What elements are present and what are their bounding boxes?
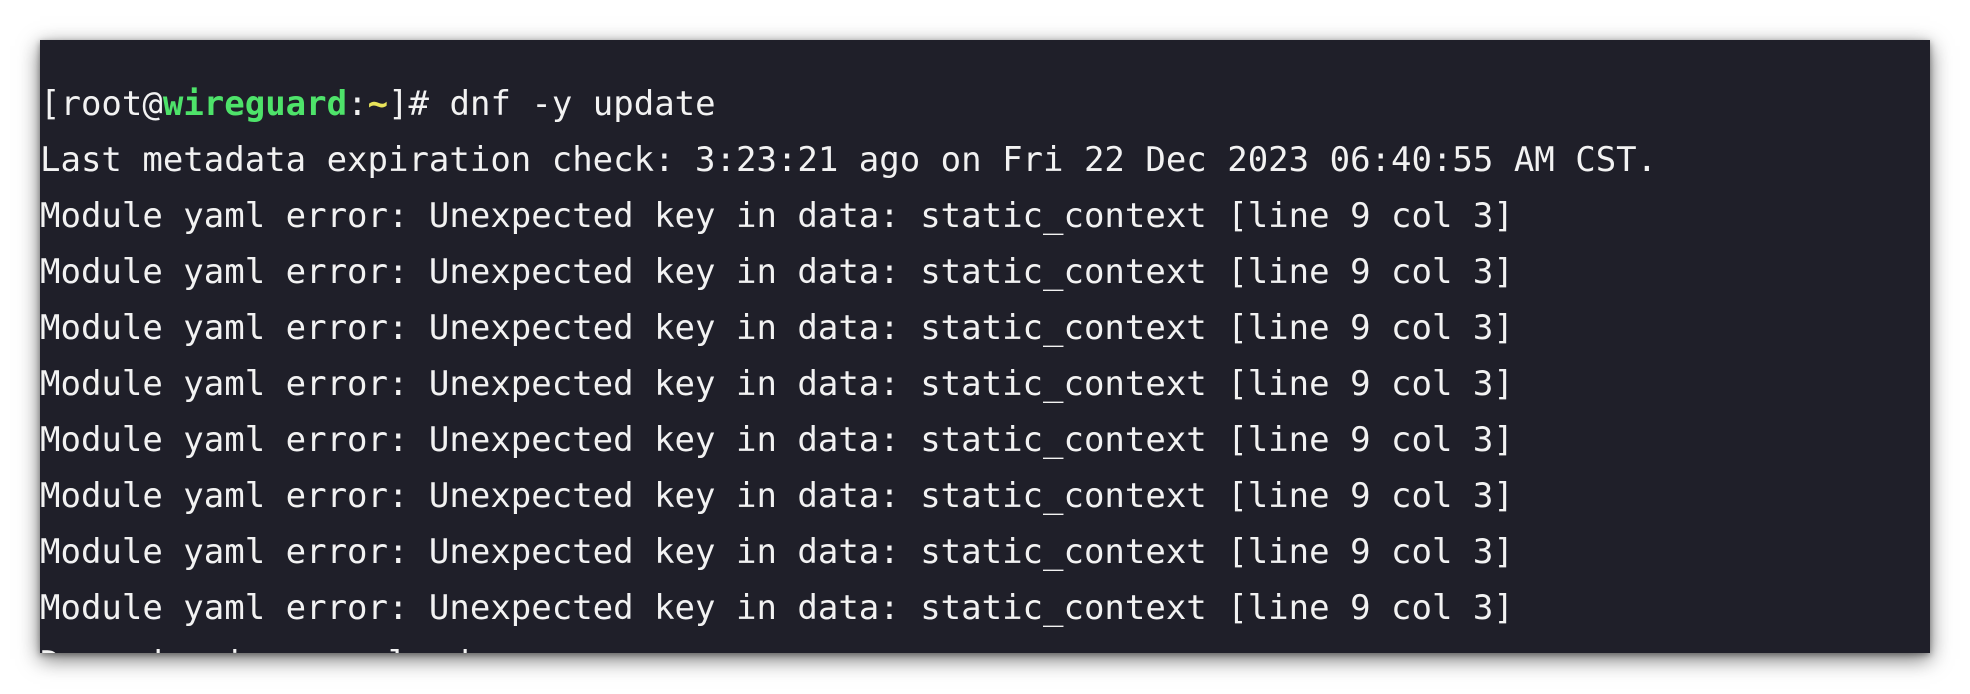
prompt-at: @ [142, 84, 163, 124]
terminal-window[interactable]: [root@wireguard:~]# dnf -y update Last m… [40, 40, 1930, 653]
prompt-user: root [60, 84, 143, 124]
output-line: Module yaml error: Unexpected key in dat… [40, 196, 1514, 236]
prompt-host: wireguard [162, 84, 348, 124]
prompt-close-bracket: ] [388, 84, 409, 124]
output-line: Dependencies resolved. [40, 644, 490, 653]
output-line: Module yaml error: Unexpected key in dat… [40, 588, 1514, 628]
output-line: Last metadata expiration check: 3:23:21 … [40, 140, 1658, 180]
output-line: Module yaml error: Unexpected key in dat… [40, 420, 1514, 460]
output-line: Module yaml error: Unexpected key in dat… [40, 476, 1514, 516]
prompt-colon: : [347, 84, 368, 124]
output-line: Module yaml error: Unexpected key in dat… [40, 532, 1514, 572]
prompt-line: [root@wireguard:~]# dnf -y update [40, 84, 716, 124]
output-line: Module yaml error: Unexpected key in dat… [40, 252, 1514, 292]
output-line: Module yaml error: Unexpected key in dat… [40, 308, 1514, 348]
prompt-open-bracket: [ [40, 84, 61, 124]
terminal-output[interactable]: [root@wireguard:~]# dnf -y update Last m… [40, 40, 1930, 653]
prompt-path: ~ [367, 84, 389, 124]
prompt-symbol: # [408, 84, 450, 124]
prompt-command: dnf -y update [449, 84, 716, 124]
output-line: Module yaml error: Unexpected key in dat… [40, 364, 1514, 404]
